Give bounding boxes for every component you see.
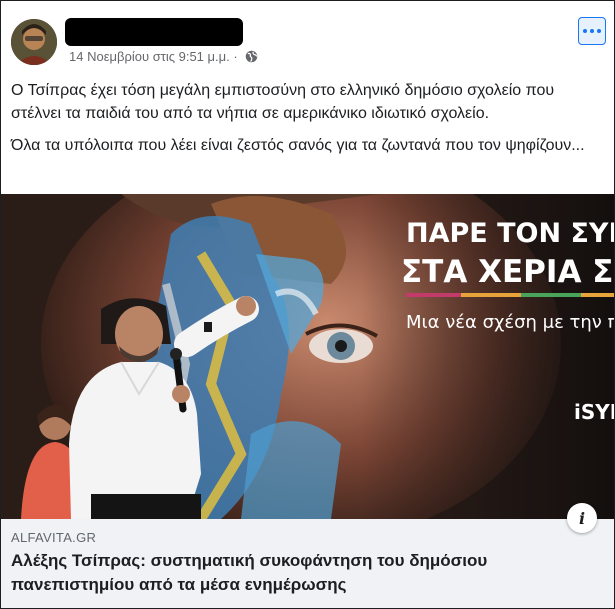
dot-icon: [583, 29, 587, 33]
link-preview-image[interactable]: ΠΑΡΕ ΤΟΝ ΣΥΡ ΣΤΑ ΧΕΡΙΑ Σ Μια νέα σχέση μ…: [1, 194, 614, 519]
post-timestamp[interactable]: 14 Νοεμβρίου στις 9:51 μ.μ. ·: [69, 49, 238, 64]
facebook-post: 14 Νοεμβρίου στις 9:51 μ.μ. · Ο Τσίπρας …: [0, 0, 615, 609]
banner-line-1: ΠΑΡΕ ΤΟΝ ΣΥΡ: [406, 218, 614, 249]
post-paragraph: Ο Τσίπρας έχει τόση μεγάλη εμπιστοσύνη σ…: [11, 82, 555, 122]
redacted-author-name[interactable]: [65, 18, 243, 46]
link-domain: ALFAVITA.GR: [11, 530, 97, 545]
banner-line-3: Μια νέα σχέση με την πο: [406, 312, 614, 333]
banner-line-2: ΣΤΑ ΧΕΡΙΑ Σ: [401, 254, 613, 290]
link-preview-info[interactable]: ALFAVITA.GR Αλέξης Τσίπρας: συστηματική …: [1, 519, 614, 608]
dot-icon: [590, 29, 594, 33]
post-paragraph: Όλα τα υπόλοιπα που λέει είναι ζεστός σα…: [11, 137, 585, 154]
post-text: Ο Τσίπρας έχει τόση μεγάλη εμπιστοσύνη σ…: [11, 79, 607, 166]
more-options-button[interactable]: [578, 17, 606, 45]
info-icon[interactable]: i: [567, 503, 597, 533]
link-title[interactable]: Αλέξης Τσίπρας: συστηματική συκοφάντηση …: [11, 549, 601, 597]
post-meta: 14 Νοεμβρίου στις 9:51 μ.μ. ·: [69, 49, 258, 66]
avatar[interactable]: [11, 19, 57, 65]
globe-icon: [245, 50, 258, 66]
post-header: 14 Νοεμβρίου στις 9:51 μ.μ. ·: [1, 1, 614, 71]
banner-logo: iSYI: [574, 400, 614, 424]
dot-icon: [597, 29, 601, 33]
